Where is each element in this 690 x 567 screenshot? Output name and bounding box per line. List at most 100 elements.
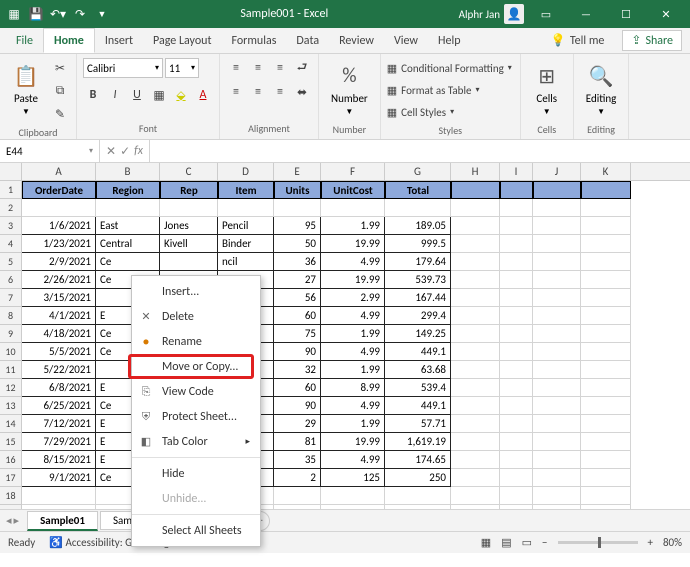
ctx-view-code[interactable]: ⎘View Code (132, 379, 260, 404)
cell[interactable] (274, 487, 321, 505)
cell[interactable]: 7/29/2021 (22, 433, 96, 451)
formula-input[interactable] (150, 140, 690, 162)
header-cell[interactable]: Rep (160, 181, 218, 199)
view-pagebreak-button[interactable]: ▭ (522, 536, 532, 549)
tab-review[interactable]: Review (329, 28, 384, 53)
cell[interactable] (451, 487, 500, 505)
cell[interactable]: Kivell (160, 235, 218, 253)
cell[interactable] (500, 505, 533, 509)
row-header[interactable]: 11 (0, 361, 22, 379)
cell[interactable]: East (96, 217, 160, 235)
cell[interactable]: 125 (321, 469, 385, 487)
font-size-select[interactable]: 11▾ (165, 58, 199, 78)
col-header[interactable]: F (321, 163, 385, 180)
row-header[interactable]: 17 (0, 469, 22, 487)
cell[interactable]: 449.1 (385, 397, 451, 415)
cell[interactable] (581, 397, 631, 415)
cell[interactable] (581, 253, 631, 271)
cell[interactable] (451, 307, 500, 325)
cell[interactable] (581, 415, 631, 433)
cell[interactable] (385, 487, 451, 505)
cell[interactable]: 539.4 (385, 379, 451, 397)
cell[interactable]: 1.99 (321, 361, 385, 379)
cell[interactable]: 4.99 (321, 397, 385, 415)
cell[interactable] (533, 307, 581, 325)
cell[interactable]: Pencil (218, 217, 274, 235)
cell[interactable] (451, 469, 500, 487)
cell[interactable] (533, 451, 581, 469)
font-color-button[interactable]: A (193, 85, 213, 105)
cell[interactable] (533, 415, 581, 433)
cell[interactable]: 250 (385, 469, 451, 487)
cell[interactable] (451, 451, 500, 469)
cell[interactable]: 57.71 (385, 415, 451, 433)
prev-sheet-button[interactable]: ◂ (6, 514, 12, 527)
align-bot-button[interactable]: ≡ (270, 58, 290, 78)
row-header[interactable]: 3 (0, 217, 22, 235)
cell[interactable]: 90 (274, 343, 321, 361)
cell[interactable] (533, 397, 581, 415)
cell[interactable] (451, 217, 500, 235)
cell[interactable]: 189.05 (385, 217, 451, 235)
format-as-table-button[interactable]: ▦Format as Table▾ (387, 80, 480, 100)
cell[interactable]: Ce (96, 253, 160, 271)
cell[interactable]: 8.99 (321, 379, 385, 397)
grid[interactable]: A B C D E F G H I J K 1OrderDateRegionRe… (0, 163, 690, 509)
cell[interactable] (581, 271, 631, 289)
row-header[interactable]: 14 (0, 415, 22, 433)
fx-icon[interactable]: fx (134, 144, 143, 158)
cell[interactable] (500, 271, 533, 289)
cell[interactable] (385, 199, 451, 217)
cell[interactable] (533, 181, 581, 199)
cell[interactable] (581, 433, 631, 451)
cell[interactable] (500, 199, 533, 217)
redo-icon[interactable]: ↷ (72, 6, 88, 22)
cell[interactable]: 95 (274, 217, 321, 235)
cell[interactable] (533, 505, 581, 509)
cell[interactable]: 4.99 (321, 253, 385, 271)
cell[interactable]: 60 (274, 307, 321, 325)
cell[interactable] (500, 307, 533, 325)
cell[interactable] (581, 181, 631, 199)
cell[interactable]: Central (96, 235, 160, 253)
cell[interactable] (581, 361, 631, 379)
sheet-tab-1[interactable]: Sample01 (27, 511, 98, 531)
row-header[interactable]: 19 (0, 505, 22, 509)
cell[interactable]: 2 (274, 469, 321, 487)
cell[interactable] (321, 199, 385, 217)
cell[interactable] (500, 361, 533, 379)
zoom-level[interactable]: 80% (663, 536, 682, 549)
cell[interactable] (274, 199, 321, 217)
font-name-select[interactable]: Calibri▾ (83, 58, 163, 78)
share-button[interactable]: ⇪Share (622, 30, 682, 51)
cells-button[interactable]: ⊞ Cells ▼ (527, 58, 567, 121)
cancel-formula-icon[interactable]: ✕ (106, 144, 116, 159)
row-header[interactable]: 12 (0, 379, 22, 397)
cell[interactable] (451, 505, 500, 509)
bold-button[interactable]: B (83, 85, 103, 105)
underline-button[interactable]: U (127, 85, 147, 105)
format-painter-button[interactable]: ✎ (50, 104, 70, 124)
zoom-slider[interactable] (558, 541, 638, 544)
copy-button[interactable]: ⧉ (50, 81, 70, 101)
col-header[interactable]: C (160, 163, 218, 180)
cell[interactable] (385, 505, 451, 509)
italic-button[interactable]: I (105, 85, 125, 105)
cell[interactable] (451, 397, 500, 415)
header-cell[interactable]: OrderDate (22, 181, 96, 199)
cell[interactable]: 2.99 (321, 289, 385, 307)
paste-button[interactable]: 📋 Paste ▼ (6, 58, 46, 121)
cell[interactable]: 1/23/2021 (22, 235, 96, 253)
cell[interactable] (500, 289, 533, 307)
cell[interactable] (581, 325, 631, 343)
cell[interactable]: 6/25/2021 (22, 397, 96, 415)
cell[interactable] (533, 325, 581, 343)
ctx-tab-color[interactable]: ◧Tab Color▸ (132, 429, 260, 454)
cell[interactable]: Jones (160, 217, 218, 235)
ctx-delete[interactable]: ✕Delete (132, 304, 260, 329)
cell[interactable]: 36 (274, 253, 321, 271)
next-sheet-button[interactable]: ▸ (14, 514, 20, 527)
cell[interactable] (533, 343, 581, 361)
cell[interactable]: 149.25 (385, 325, 451, 343)
cell[interactable]: 4/1/2021 (22, 307, 96, 325)
